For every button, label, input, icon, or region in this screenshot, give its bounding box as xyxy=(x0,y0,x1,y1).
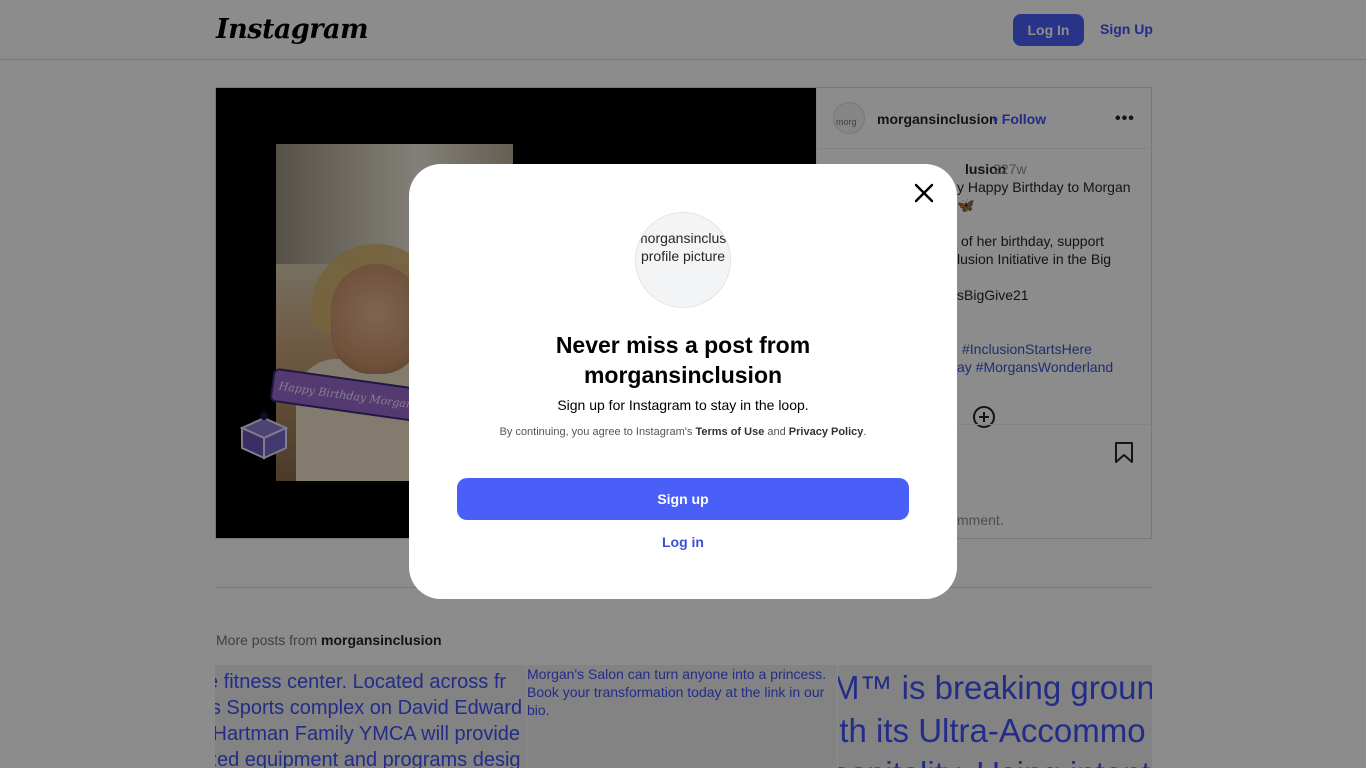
privacy-link[interactable]: Privacy Policy xyxy=(789,426,864,438)
terms-link[interactable]: Terms of Use xyxy=(695,426,764,438)
modal-subtitle: Sign up for Instagram to stay in the loo… xyxy=(557,397,809,413)
legal-prefix: By continuing, you agree to Instagram's xyxy=(499,426,696,438)
profile-picture: morgansinclusion's profile picture xyxy=(635,212,731,308)
signup-button[interactable]: Sign up xyxy=(457,478,909,520)
legal-and: and xyxy=(764,426,789,438)
profile-picture-alt: morgansinclusion's profile picture xyxy=(636,230,730,264)
modal-title-line: Never miss a post from xyxy=(555,332,811,358)
signup-modal: morgansinclusion's profile picture Never… xyxy=(409,164,957,599)
modal-title: Never miss a post from morgansinclusion xyxy=(409,330,957,390)
legal-suffix: . xyxy=(863,426,867,438)
modal-title-username: morgansinclusion xyxy=(583,362,783,388)
login-link[interactable]: Log in xyxy=(409,534,957,550)
close-icon[interactable] xyxy=(913,182,935,204)
legal-notice: By continuing, you agree to Instagram's … xyxy=(409,426,957,438)
